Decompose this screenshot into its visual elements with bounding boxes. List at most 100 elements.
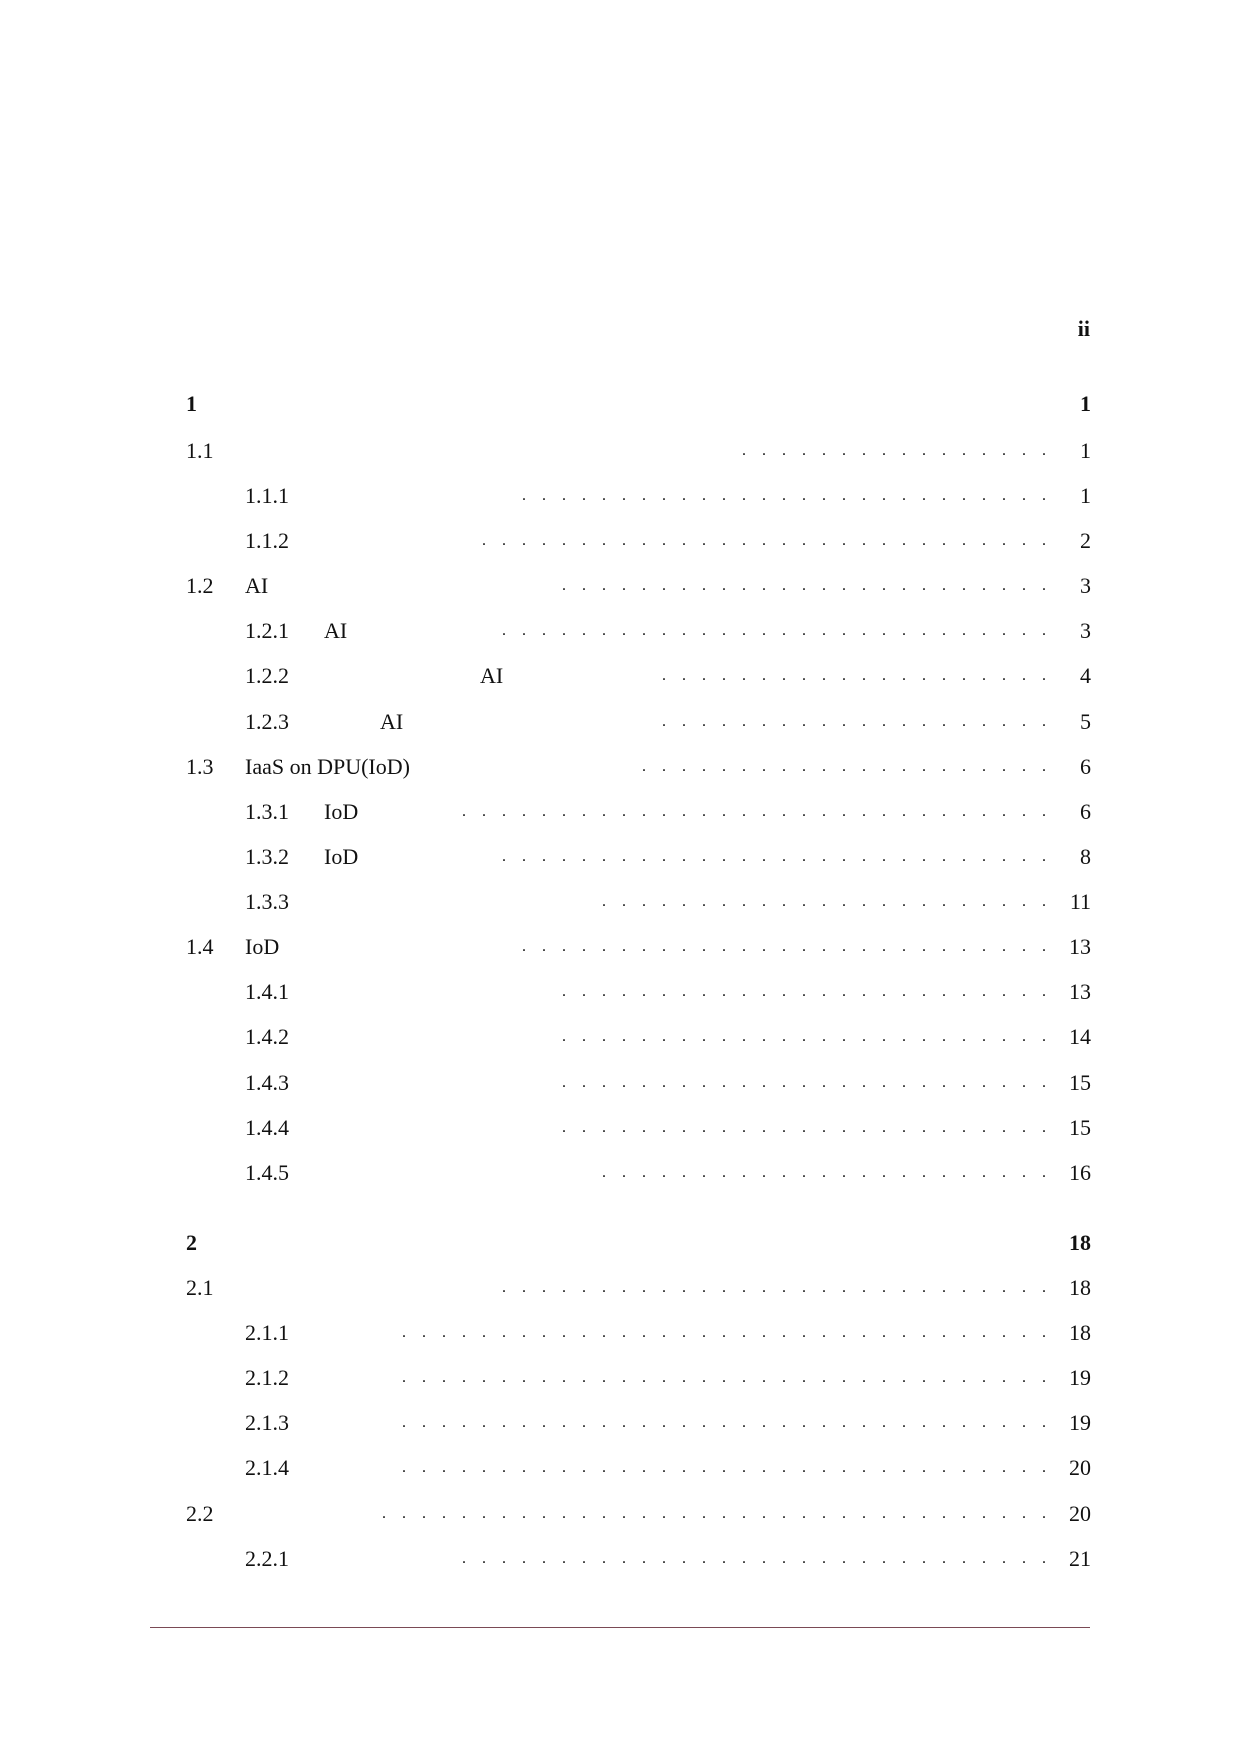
toc-entry-number: 1.1.2 <box>245 528 289 553</box>
toc-leader-dots: . . . . . . . . . . . . . . . . . . . . … <box>402 1414 1046 1431</box>
toc-entry-number: 1.4.3 <box>245 1070 289 1095</box>
toc-entry-title: AI <box>480 663 504 688</box>
toc-entry-page: 3 <box>1080 618 1091 643</box>
toc-leader-dots: . . . . . . . . . . . . . . . . . . . . <box>662 713 1046 730</box>
toc-entry-chapter[interactable]: 2 18 <box>0 1226 1241 1260</box>
toc-leader-dots: . . . . . . . . . . . . . . . . . . . . … <box>522 938 1046 955</box>
toc-entry-subsection[interactable]: 2.1.2 . . . . . . . . . . . . . . . . . .… <box>0 1361 1241 1395</box>
toc-entry-section[interactable]: 1.2 AI . . . . . . . . . . . . . . . . . .… <box>0 569 1241 603</box>
toc-leader-dots: . . . . . . . . . . . . . . . . . . . . … <box>502 622 1046 639</box>
toc-entry-section[interactable]: 2.1 . . . . . . . . . . . . . . . . . . .… <box>0 1271 1241 1305</box>
toc-entry-number: 2 <box>186 1230 197 1255</box>
toc-entry-number: 2.1.4 <box>245 1455 289 1480</box>
toc-entry-page: 1 <box>1080 391 1091 416</box>
toc-leader-dots: . . . . . . . . . . . . . . . . . . . . … <box>562 1119 1046 1136</box>
toc-entry-number: 1.3 <box>186 754 214 779</box>
toc-leader-dots: . . . . . . . . . . . . . . . . . . . . … <box>502 1279 1046 1296</box>
toc-entry-number: 1.1.1 <box>245 483 289 508</box>
toc-entry-number: 1.4.2 <box>245 1024 289 1049</box>
toc-leader-dots: . . . . . . . . . . . . . . . . . . . . … <box>382 1505 1046 1522</box>
toc-entry-subsection[interactable]: 2.2.1 . . . . . . . . . . . . . . . . . .… <box>0 1542 1241 1576</box>
toc-entry-number: 1 <box>186 391 197 416</box>
toc-entry-subsection[interactable]: 1.3.1 IoD . . . . . . . . . . . . . . . . … <box>0 795 1241 829</box>
toc-leader-dots: . . . . . . . . . . . . . . . . . . . . … <box>562 983 1046 1000</box>
toc-entry-page: 1 <box>1080 483 1091 508</box>
toc-entry-page: 18 <box>1069 1230 1091 1255</box>
toc-entry-page: 6 <box>1080 754 1091 779</box>
toc-entry-title: AI <box>380 709 404 734</box>
toc-entry-number: 1.3.3 <box>245 889 289 914</box>
toc-leader-dots: . . . . . . . . . . . . . . . . . . . . … <box>462 1550 1046 1567</box>
toc-leader-dots: . . . . . . . . . . . . . . . . . . . . … <box>562 1074 1046 1091</box>
toc-entry-number: 2.1 <box>186 1275 214 1300</box>
toc-entry-page: 16 <box>1069 1160 1091 1185</box>
toc-entry-title: IoD <box>324 799 359 824</box>
toc-entry-subsection[interactable]: 1.1.2 . . . . . . . . . . . . . . . . . .… <box>0 524 1241 558</box>
toc-entry-subsection[interactable]: 1.4.5 . . . . . . . . . . . . . . . . . .… <box>0 1156 1241 1190</box>
toc-entry-number: 1.1 <box>186 438 214 463</box>
toc-entry-number: 1.3.2 <box>245 844 289 869</box>
toc-leader-dots: . . . . . . . . . . . . . . . . . . . . … <box>402 1459 1046 1476</box>
toc-entry-number: 2.1.2 <box>245 1365 289 1390</box>
toc-entry-subsection[interactable]: 2.1.1 . . . . . . . . . . . . . . . . . .… <box>0 1316 1241 1350</box>
toc-entry-page: 15 <box>1069 1070 1091 1095</box>
toc-leader-dots: . . . . . . . . . . . . . . . . . . . . … <box>402 1324 1046 1341</box>
toc-entry-section[interactable]: 1.1 . . . . . . . . . . . . . . . . 1 <box>0 434 1241 468</box>
toc-entry-subsection[interactable]: 1.1.1 . . . . . . . . . . . . . . . . . .… <box>0 479 1241 513</box>
toc-leader-dots: . . . . . . . . . . . . . . . . . . . . <box>662 667 1046 684</box>
toc-entry-page: 5 <box>1080 709 1091 734</box>
toc-entry-page: 15 <box>1069 1115 1091 1140</box>
toc-leader-dots: . . . . . . . . . . . . . . . . . . . . … <box>482 532 1046 549</box>
running-header-page-number: ii <box>1077 316 1090 341</box>
toc-entry-section[interactable]: 2.2 . . . . . . . . . . . . . . . . . . .… <box>0 1497 1241 1531</box>
toc-entry-page: 1 <box>1080 438 1091 463</box>
toc-entry-number: 1.4.4 <box>245 1115 289 1140</box>
toc-entry-subsection[interactable]: 1.4.2 . . . . . . . . . . . . . . . . . .… <box>0 1020 1241 1054</box>
toc-entry-title: AI <box>245 573 269 598</box>
toc-entry-title: IoD <box>324 844 359 869</box>
toc-entry-subsection[interactable]: 1.2.1 AI . . . . . . . . . . . . . . . . .… <box>0 614 1241 648</box>
toc-entry-number: 1.4.1 <box>245 979 289 1004</box>
toc-leader-dots: . . . . . . . . . . . . . . . . . . . . … <box>502 848 1046 865</box>
toc-entry-number: 1.2.2 <box>245 663 289 688</box>
toc-entry-number: 1.2.1 <box>245 618 289 643</box>
toc-entry-subsection[interactable]: 1.4.4 . . . . . . . . . . . . . . . . . .… <box>0 1111 1241 1145</box>
toc-entry-section[interactable]: 1.4 IoD . . . . . . . . . . . . . . . . . … <box>0 930 1241 964</box>
toc-leader-dots: . . . . . . . . . . . . . . . . . . . . … <box>402 1369 1046 1386</box>
toc-entry-page: 20 <box>1069 1501 1091 1526</box>
toc-entry-page: 13 <box>1069 934 1091 959</box>
toc-entry-page: 19 <box>1069 1410 1091 1435</box>
toc-leader-dots: . . . . . . . . . . . . . . . . . . . . … <box>522 487 1046 504</box>
toc-entry-page: 14 <box>1069 1024 1091 1049</box>
toc-entry-page: 2 <box>1080 528 1091 553</box>
toc-entry-number: 2.2.1 <box>245 1546 289 1571</box>
toc-leader-dots: . . . . . . . . . . . . . . . . . . . . … <box>642 758 1046 775</box>
toc-entry-page: 18 <box>1069 1275 1091 1300</box>
toc-leader-dots: . . . . . . . . . . . . . . . . . . . . … <box>562 577 1046 594</box>
toc-leader-dots: . . . . . . . . . . . . . . . . <box>742 442 1046 459</box>
toc-entry-page: 18 <box>1069 1320 1091 1345</box>
toc-entry-page: 3 <box>1080 573 1091 598</box>
toc-entry-page: 20 <box>1069 1455 1091 1480</box>
toc-entry-page: 11 <box>1069 889 1091 914</box>
toc-entry-subsection[interactable]: 1.4.1 . . . . . . . . . . . . . . . . . .… <box>0 975 1241 1009</box>
toc-entry-subsection[interactable]: 1.2.2 AI . . . . . . . . . . . . . . . . .… <box>0 659 1241 693</box>
toc-entry-title: IaaS on DPU(IoD) <box>245 754 410 779</box>
toc-entry-page: 19 <box>1069 1365 1091 1390</box>
toc-entry-subsection[interactable]: 1.2.3 AI . . . . . . . . . . . . . . . . .… <box>0 705 1241 739</box>
toc-entry-section[interactable]: 1.3 IaaS on DPU(IoD) . . . . . . . . . . .… <box>0 750 1241 784</box>
toc-leader-dots: . . . . . . . . . . . . . . . . . . . . … <box>602 1164 1046 1181</box>
toc-entry-number: 1.3.1 <box>245 799 289 824</box>
toc-entry-subsection[interactable]: 1.4.3 . . . . . . . . . . . . . . . . . .… <box>0 1066 1241 1100</box>
toc-entry-number: 1.2 <box>186 573 214 598</box>
toc-entry-subsection[interactable]: 2.1.3 . . . . . . . . . . . . . . . . . .… <box>0 1406 1241 1440</box>
toc-entry-subsection[interactable]: 1.3.2 IoD . . . . . . . . . . . . . . . . … <box>0 840 1241 874</box>
toc-entry-title: IoD <box>245 934 280 959</box>
toc-entry-chapter[interactable]: 11 <box>0 387 1241 421</box>
toc-entry-page: 6 <box>1080 799 1091 824</box>
toc-entry-subsection[interactable]: 1.3.3 . . . . . . . . . . . . . . . . . .… <box>0 885 1241 919</box>
toc-entry-page: 8 <box>1080 844 1091 869</box>
toc-entry-number: 1.4.5 <box>245 1160 289 1185</box>
toc-entry-subsection[interactable]: 2.1.4 . . . . . . . . . . . . . . . . . .… <box>0 1451 1241 1485</box>
toc-leader-dots: . . . . . . . . . . . . . . . . . . . . … <box>602 893 1046 910</box>
